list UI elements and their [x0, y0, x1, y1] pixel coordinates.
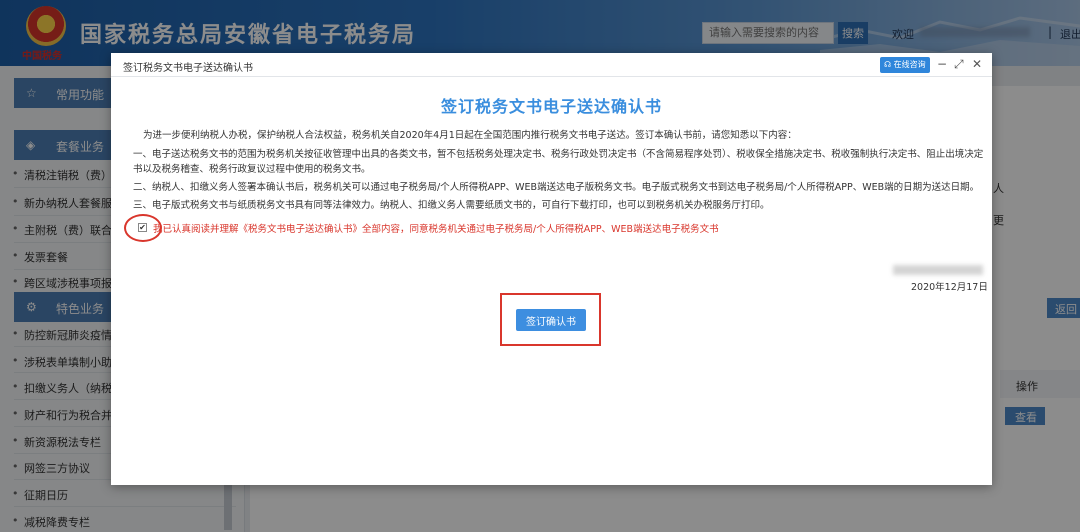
consult-label: 在线咨询 [893, 60, 926, 69]
confirm-statement[interactable]: 我已认真阅读并理解《税务文书电子送达确认书》全部内容，同意税务机关通过电子税务局… [153, 221, 719, 235]
intro-paragraph: 为进一步便利纳税人办税，保护纳税人合法权益，税务机关自2020年4月1日起在全国… [143, 130, 797, 141]
maximize-icon[interactable]: ⤢ [954, 57, 964, 72]
dialog-title: 签订税务文书电子送达确认书 [123, 63, 253, 74]
confirmation-dialog: 签订税务文书电子送达确认书 ☊ 在线咨询 − ⤢ ✕ 签订税务文书电子送达确认书… [111, 53, 992, 485]
taxpayer-name-blurred [893, 265, 983, 275]
close-icon[interactable]: ✕ [972, 57, 982, 71]
headset-icon: ☊ [884, 60, 892, 69]
clause-2: 二、纳税人、扣缴义务人签署本确认书后，税务机关可以通过电子税务局/个人所得税AP… [133, 182, 980, 193]
minimize-icon[interactable]: − [937, 57, 947, 71]
document-title: 签订税务文书电子送达确认书 [440, 97, 662, 116]
clause-1: 一、电子送达税务文书的范围为税务机关按征收管理中出具的各类文书，暂不包括税务处理… [133, 149, 984, 175]
dialog-titlebar: 签订税务文书电子送达确认书 ☊ 在线咨询 − ⤢ ✕ [111, 53, 992, 77]
sign-confirmation-button[interactable]: 签订确认书 [516, 309, 586, 331]
clause-3: 三、电子版式税务文书与纸质税务文书具有同等法律效力。纳税人、扣缴义务人需要纸质文… [133, 200, 770, 211]
online-consult-button[interactable]: ☊ 在线咨询 [880, 57, 930, 73]
sign-date: 2020年12月17日 [911, 282, 988, 293]
confirm-checkbox[interactable]: ✔ [138, 223, 147, 232]
